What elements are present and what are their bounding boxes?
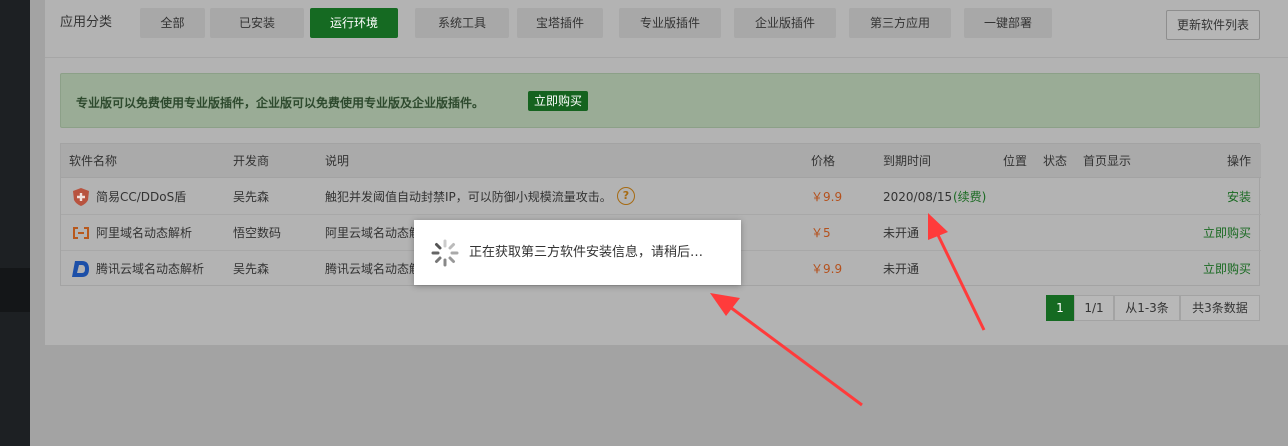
header-name: 软件名称 — [69, 154, 118, 168]
tab-bt-plugins[interactable]: 宝塔插件 — [517, 8, 603, 38]
row-desc: 触犯并发阈值自动封禁IP，可以防御小规模流量攻击。 — [325, 190, 612, 204]
page-total: 共3条数据 — [1180, 295, 1260, 321]
category-label: 应用分类 — [60, 15, 113, 30]
tab-one-click-deploy[interactable]: 一键部署 — [964, 8, 1052, 38]
notice-text: 专业版可以免费使用专业版插件，企业版可以免费使用专业版及企业版插件。 — [76, 96, 485, 110]
table-row: 简易CC/DDoS盾 吴先森 触犯并发阈值自动封禁IP，可以防御小规模流量攻击。… — [61, 179, 1261, 215]
header-homepage: 首页显示 — [1083, 154, 1132, 168]
row-price: ￥9.9 — [811, 190, 843, 204]
loading-spinner-icon — [431, 239, 459, 267]
row-price: ￥9.9 — [811, 262, 843, 276]
left-sidebar-strip — [0, 0, 30, 446]
buy-now-link[interactable]: 立即购买 — [1203, 262, 1251, 276]
shield-icon — [73, 188, 89, 206]
refresh-list-button[interactable]: 更新软件列表 — [1166, 10, 1260, 40]
row-desc: 腾讯云域名动态解 — [325, 262, 422, 276]
tab-third-party[interactable]: 第三方应用 — [849, 8, 951, 38]
dnspod-icon — [72, 261, 89, 277]
header-location: 位置 — [1003, 154, 1028, 168]
row-desc: 阿里云域名动态解 — [325, 226, 422, 240]
loading-text: 正在获取第三方软件安装信息，请稍后… — [469, 245, 704, 260]
tab-pro-plugins[interactable]: 专业版插件 — [619, 8, 721, 38]
tab-runtime[interactable]: 运行环境 — [310, 8, 398, 38]
row-name: 阿里域名动态解析 — [96, 226, 193, 240]
row-expire: 未开通 — [883, 262, 920, 276]
page-range: 从1-3条 — [1114, 295, 1180, 321]
header-status: 状态 — [1043, 154, 1068, 168]
table-header: 软件名称 开发商 说明 价格 到期时间 位置 状态 首页显示 操作 — [61, 144, 1261, 178]
category-bar: 应用分类 全部 已安装 运行环境 系统工具 宝塔插件 专业版插件 企业版插件 第… — [45, 0, 1288, 58]
row-price: ￥5 — [811, 226, 831, 240]
row-expire: 2020/08/15 — [883, 190, 953, 204]
loading-dialog: 正在获取第三方软件安装信息，请稍后… — [414, 220, 741, 285]
row-name: 腾讯云域名动态解析 — [96, 262, 205, 276]
install-link[interactable]: 安装 — [1227, 190, 1251, 204]
aliyun-icon — [73, 227, 89, 239]
page-count: 1/1 — [1074, 295, 1114, 321]
pro-notice-banner: 专业版可以免费使用专业版插件，企业版可以免费使用专业版及企业版插件。 立即购买 — [60, 73, 1260, 128]
header-expire: 到期时间 — [883, 154, 932, 168]
header-action: 操作 — [1227, 154, 1252, 168]
row-name: 简易CC/DDoS盾 — [96, 190, 187, 204]
buy-now-link[interactable]: 立即购买 — [1203, 226, 1251, 240]
tab-enterprise-plugins[interactable]: 企业版插件 — [734, 8, 836, 38]
sidebar-highlight — [0, 268, 30, 312]
page-current[interactable]: 1 — [1046, 295, 1074, 321]
row-developer: 吴先森 — [233, 190, 270, 204]
tab-all[interactable]: 全部 — [140, 8, 205, 38]
help-icon[interactable]: ? — [617, 187, 635, 205]
header-desc: 说明 — [325, 154, 350, 168]
header-price: 价格 — [811, 154, 836, 168]
renew-link[interactable]: (续费) — [953, 190, 986, 204]
row-developer: 吴先森 — [233, 262, 270, 276]
tab-system-tools[interactable]: 系统工具 — [415, 8, 509, 38]
buy-now-button[interactable]: 立即购买 — [528, 91, 588, 111]
header-developer: 开发商 — [233, 154, 270, 168]
row-developer: 悟空数码 — [233, 226, 282, 240]
tab-installed[interactable]: 已安装 — [210, 8, 304, 38]
row-expire: 未开通 — [883, 226, 920, 240]
software-panel: 应用分类 全部 已安装 运行环境 系统工具 宝塔插件 专业版插件 企业版插件 第… — [45, 0, 1288, 345]
